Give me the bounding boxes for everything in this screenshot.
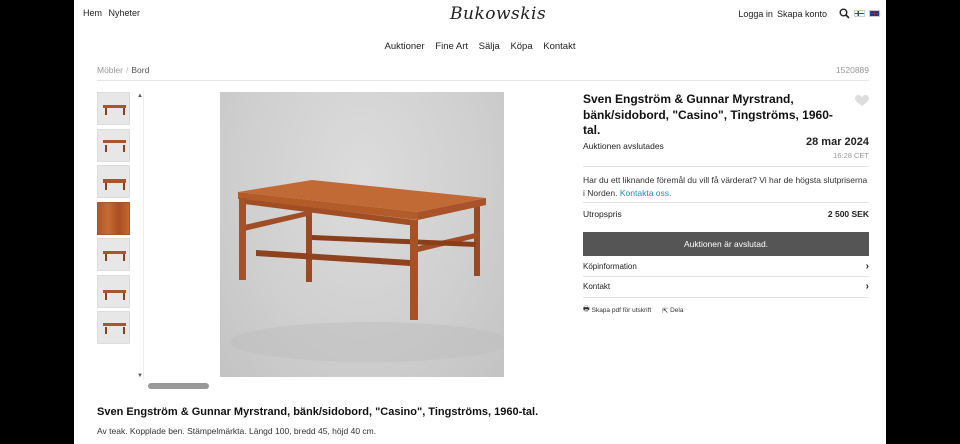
divider (583, 166, 869, 167)
lot-info-panel: Sven Engström & Gunnar Myrstrand, bänk/s… (583, 92, 869, 315)
breadcrumb-current[interactable]: Bord (131, 65, 149, 75)
breadcrumb-separator: / (125, 65, 129, 75)
accordion-label: Kontakt (583, 282, 611, 291)
thumbnail[interactable] (97, 165, 130, 198)
thumbnail[interactable] (97, 92, 130, 125)
auction-end-time: 16:28 CET (833, 151, 869, 160)
divider (97, 80, 869, 81)
auction-end-date: 28 mar 2024 (806, 136, 869, 148)
top-left-links: Hem Nyheter (83, 8, 144, 18)
nav-item-kontakt[interactable]: Kontakt (543, 41, 575, 52)
heart-icon[interactable] (855, 94, 869, 106)
description-text: Av teak. Kopplade ben. Stämpelmärkta. Lä… (97, 426, 377, 436)
page: Hem Nyheter Bukowskis Logga in Skapa kon… (74, 0, 886, 444)
main-product-image[interactable] (220, 92, 504, 377)
bukowskis-logo[interactable]: Bukowskis (450, 4, 546, 24)
divider (583, 297, 869, 298)
nav-item-kopa[interactable]: Köpa (510, 41, 532, 52)
create-pdf-link[interactable]: Skapa pdf för utskrift (592, 307, 652, 314)
thumbnail[interactable] (97, 238, 130, 271)
signup-link[interactable]: Skapa konto (777, 9, 827, 19)
news-link[interactable]: Nyheter (109, 8, 141, 18)
printer-icon: 🖶 (583, 306, 590, 313)
lot-number: 1520889 (835, 65, 869, 75)
thumbnail[interactable] (97, 274, 130, 308)
nav-item-auktioner[interactable]: Auktioner (385, 41, 425, 52)
horizontal-scrollbar[interactable] (148, 383, 209, 389)
lot-title: Sven Engström & Gunnar Myrstrand, bänk/s… (583, 92, 833, 137)
nav-item-fine-art[interactable]: Fine Art (435, 41, 468, 52)
auction-status-label: Auktionen avslutades (583, 141, 664, 151)
thumbnail-strip (97, 92, 131, 348)
accordion-label: Köpinformation (583, 262, 637, 271)
divider (583, 276, 869, 277)
auction-status-row: Auktionen avslutades 28 mar 2024 16:28 C… (583, 136, 869, 160)
lot-actions: 🖶 Skapa pdf för utskrift ⇱ Dela (583, 305, 683, 316)
chevron-right-icon: › (865, 281, 869, 292)
divider (583, 202, 869, 203)
thumbnail[interactable] (97, 128, 130, 162)
top-right-links: Logga in Skapa konto (734, 8, 880, 19)
accordion-purchase-info[interactable]: Köpinformation › (583, 261, 869, 272)
main-nav: Auktioner Fine Art Sälja Köpa Kontakt (74, 41, 886, 52)
home-link[interactable]: Hem (83, 8, 102, 18)
starting-price-row: Utropspris 2 500 SEK (583, 209, 869, 219)
scrollbar-track (143, 90, 144, 380)
breadcrumb-item[interactable]: Möbler (97, 65, 123, 75)
nav-item-salja[interactable]: Sälja (479, 41, 500, 52)
valuation-text: Har du ett liknande föremål du vill få v… (583, 174, 869, 199)
flag-uk-icon[interactable] (869, 10, 880, 17)
share-icon: ⇱ (662, 307, 669, 315)
flag-finland-icon[interactable] (854, 10, 865, 17)
thumbnail[interactable] (97, 311, 130, 344)
share-link[interactable]: Dela (670, 307, 683, 314)
auction-ended-button[interactable]: Auktionen är avslutad. (583, 232, 869, 256)
search-icon[interactable] (839, 8, 850, 19)
accordion-contact[interactable]: Kontakt › (583, 281, 869, 292)
breadcrumb: Möbler / Bord (97, 65, 149, 75)
contact-us-link[interactable]: Kontakta oss. (620, 188, 672, 198)
chevron-right-icon: › (865, 261, 869, 272)
thumbnail[interactable] (97, 201, 130, 235)
login-link[interactable]: Logga in (738, 9, 773, 19)
top-bar: Hem Nyheter Bukowskis Logga in Skapa kon… (74, 0, 886, 28)
description-title: Sven Engström & Gunnar Myrstrand, bänk/s… (97, 406, 539, 418)
starting-price-value: 2 500 SEK (827, 209, 869, 219)
starting-price-label: Utropspris (583, 209, 622, 219)
